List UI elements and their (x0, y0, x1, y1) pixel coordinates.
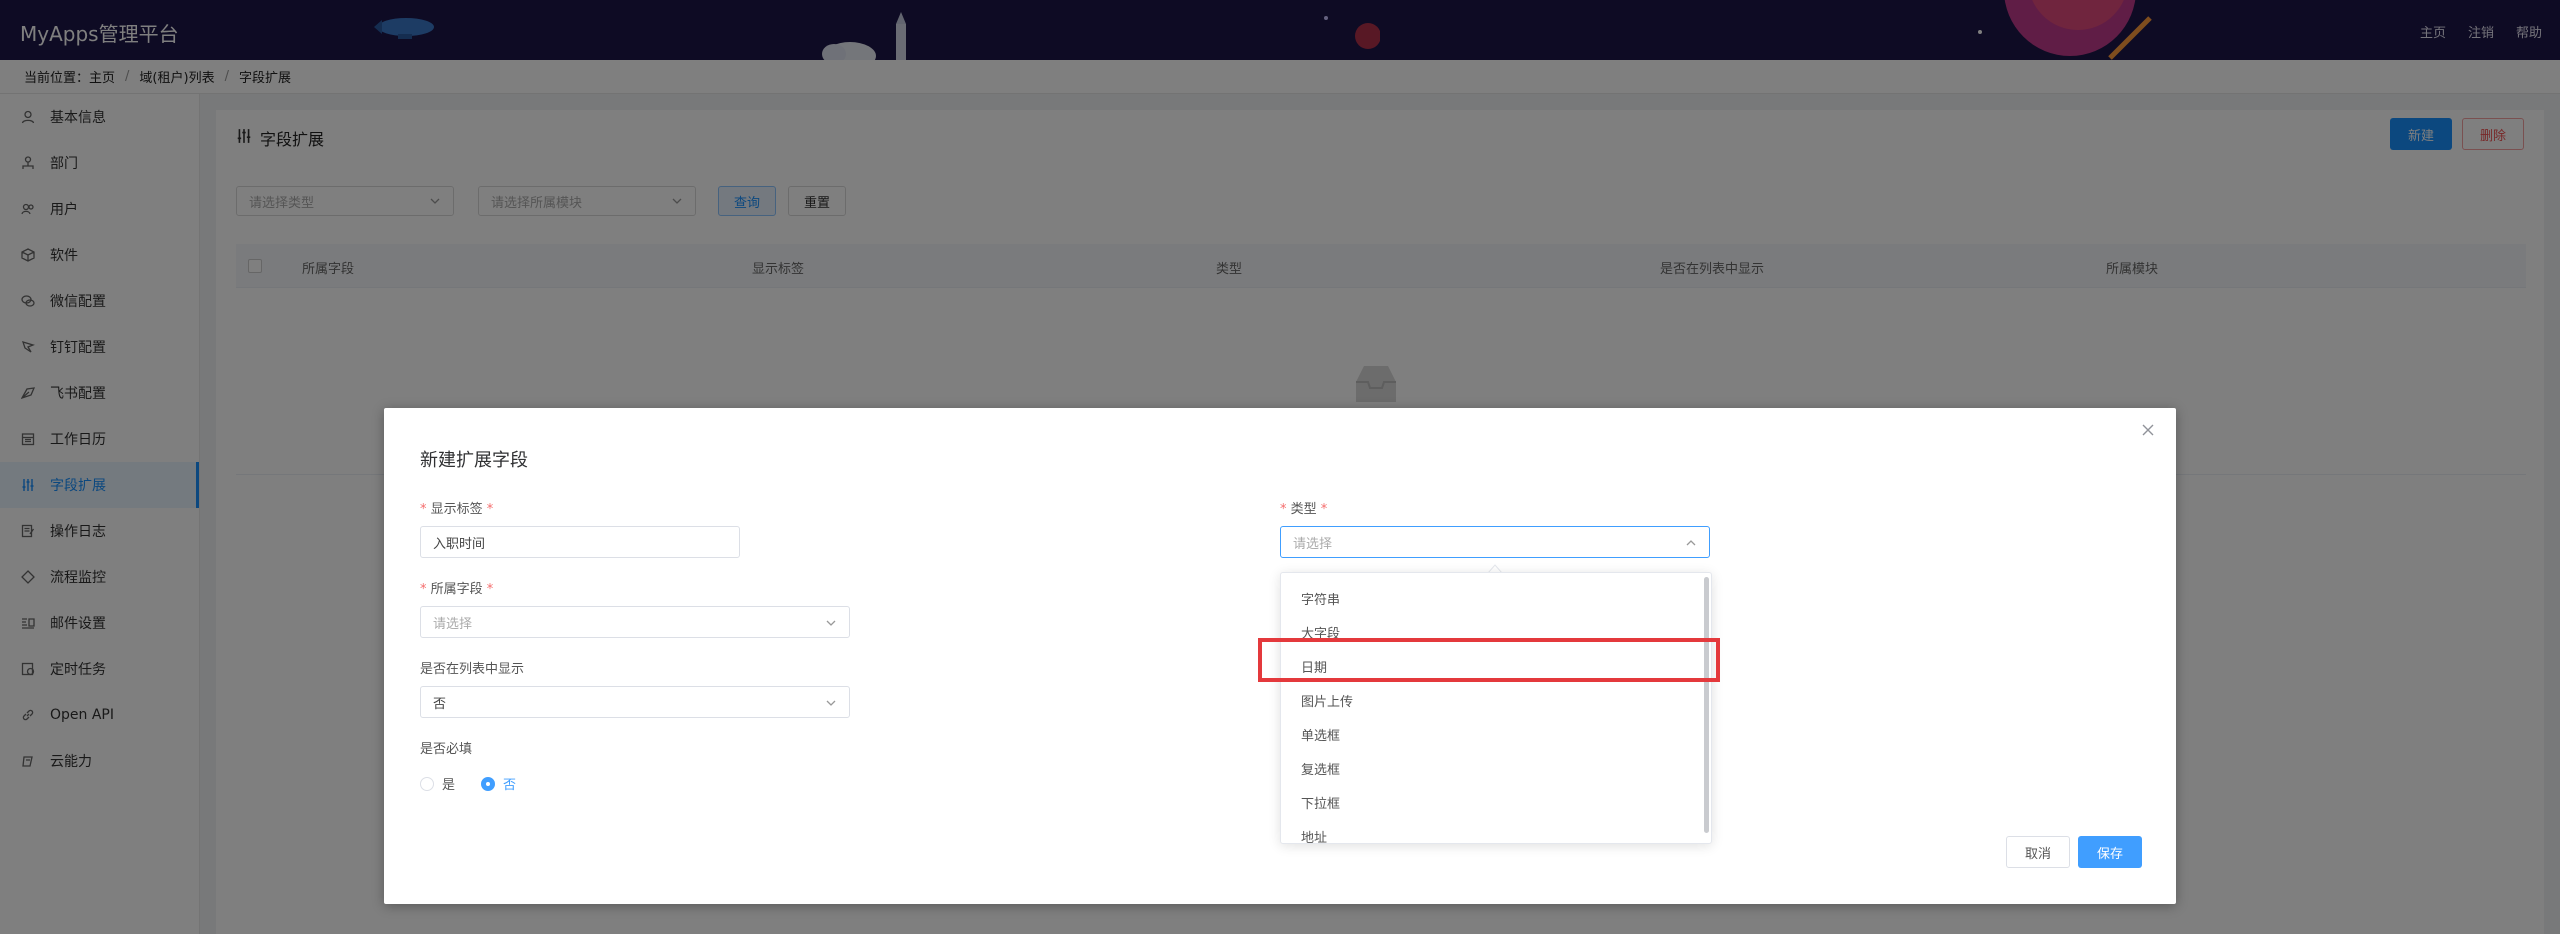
owner-field-placeholder: 请选择 (433, 616, 473, 632)
show-in-list-value: 否 (433, 696, 447, 712)
required-field-label: 是否必填 (420, 742, 473, 757)
type-option-string[interactable]: 字符串 (1281, 581, 1701, 615)
owner-field-field-label: * 所属字段 * (420, 582, 494, 597)
type-dropdown-menu: 字符串 大字段 日期 图片上传 单选框 复选框 下拉框 地址 (1280, 572, 1712, 844)
chevron-down-icon (825, 617, 837, 629)
show-in-list-select[interactable]: 否 (420, 686, 850, 718)
type-select-placeholder: 请选择 (1293, 536, 1333, 552)
type-option-date[interactable]: 日期 (1281, 649, 1701, 683)
radio-circle (481, 776, 496, 791)
type-option-radio[interactable]: 单选框 (1281, 717, 1701, 751)
required-no-radio[interactable]: 否 (481, 774, 516, 793)
chevron-down-icon (825, 697, 837, 709)
type-option-select[interactable]: 下拉框 (1281, 785, 1701, 819)
type-field-label: * 类型 * (1280, 502, 1328, 517)
close-icon[interactable] (2140, 422, 2156, 438)
radio-circle (420, 776, 434, 791)
dropdown-scrollbar[interactable] (1704, 577, 1709, 833)
required-radio-group: 是 否 (420, 774, 516, 793)
required-yes-radio[interactable]: 是 (420, 774, 455, 793)
type-option-address[interactable]: 地址 (1281, 819, 1701, 844)
type-option-image-upload[interactable]: 图片上传 (1281, 683, 1701, 717)
type-select[interactable]: 请选择 (1280, 526, 1710, 558)
show-in-list-field-label: 是否在列表中显示 (420, 662, 525, 677)
dialog-title: 新建扩展字段 (420, 450, 528, 471)
display-label-input[interactable]: 入职时间 (420, 526, 740, 558)
owner-field-select[interactable]: 请选择 (420, 606, 850, 638)
save-button[interactable]: 保存 (2078, 836, 2142, 868)
cancel-button[interactable]: 取消 (2006, 836, 2070, 868)
type-option-text[interactable]: 大字段 (1281, 615, 1701, 649)
radio-label: 否 (503, 778, 517, 793)
type-option-checkbox[interactable]: 复选框 (1281, 751, 1701, 785)
radio-label: 是 (442, 778, 456, 793)
chevron-up-icon (1685, 537, 1697, 549)
display-label-field-label: * 显示标签 * (420, 502, 494, 517)
type-option-list: 字符串 大字段 日期 图片上传 单选框 复选框 下拉框 地址 (1281, 581, 1701, 844)
